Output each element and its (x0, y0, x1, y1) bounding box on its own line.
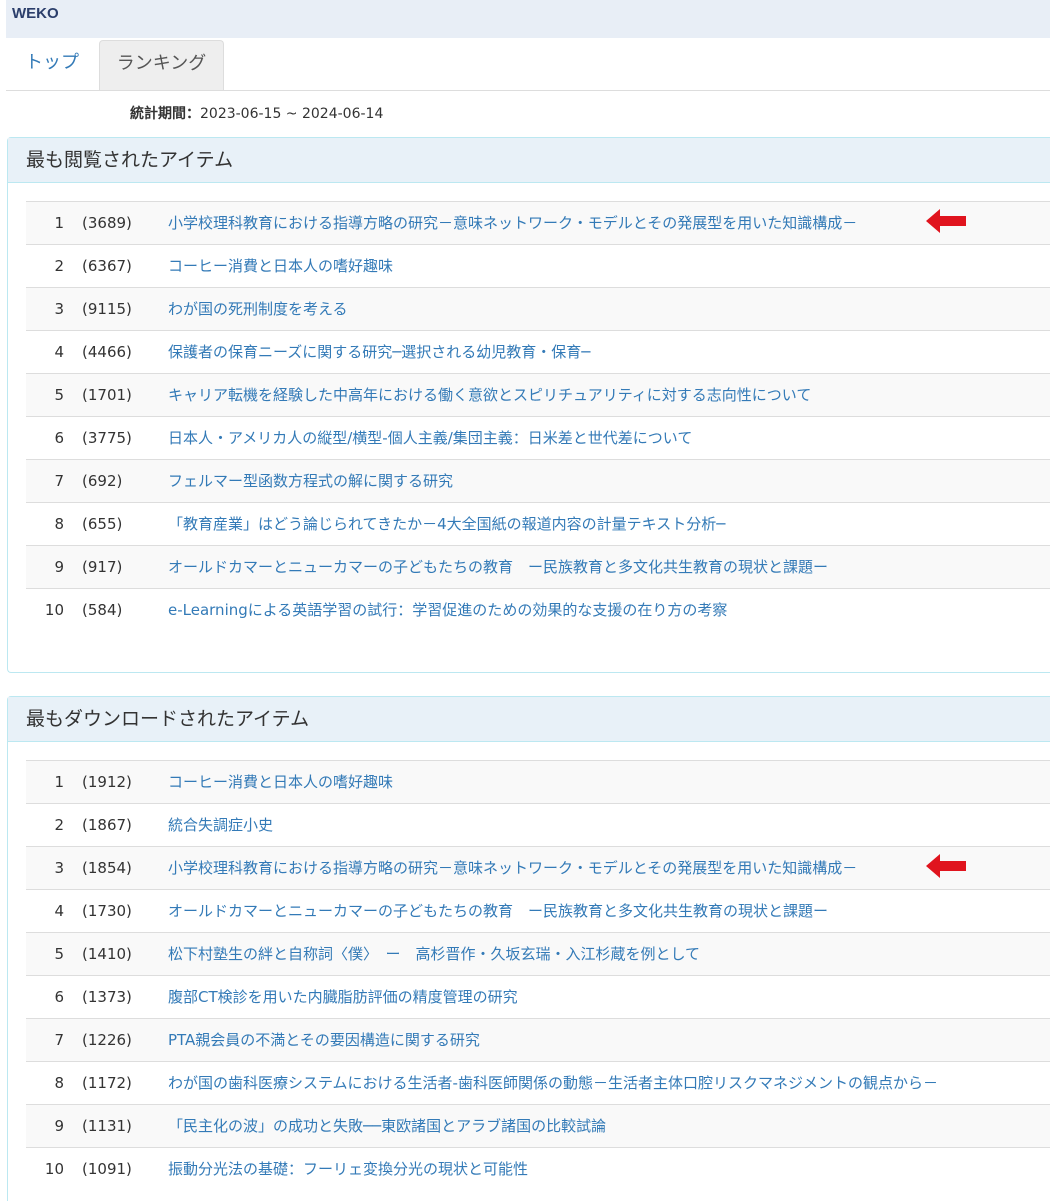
rank-number: 5 (54, 945, 64, 963)
item-title-link[interactable]: 保護者の保育ニーズに関する研究─選択される幼児教育・保育─ (168, 331, 590, 373)
ranking-row: 7 (692) フェルマー型函数方程式の解に関する研究 (26, 459, 1050, 502)
rank-count: (9115) (82, 300, 132, 318)
rank-count: (4466) (82, 343, 132, 361)
rank-number: 2 (54, 257, 64, 275)
item-title-link[interactable]: 「教育産業」はどう論じられてきたか－4大全国紙の報道内容の計量テキスト分析─ (168, 503, 725, 545)
rank-count: (1373) (82, 988, 132, 1006)
item-title-link[interactable]: わが国の死刑制度を考える (168, 288, 348, 330)
red-arrow-annotation (926, 209, 966, 233)
most-viewed-heading: 最も閲覧されたアイテム (8, 138, 1050, 183)
tab-ranking[interactable]: ランキング (99, 40, 224, 90)
red-arrow-annotation (926, 854, 966, 878)
item-title-link[interactable]: わが国の歯科医療システムにおける生活者-歯科医師関係の動態－生活者主体口腔リスク… (168, 1062, 938, 1104)
ranking-row: 7 (1226) PTA親会員の不満とその要因構造に関する研究 (26, 1018, 1050, 1061)
rank-count: (1410) (82, 945, 132, 963)
rank-number: 1 (54, 773, 64, 791)
ranking-row: 8 (1172) わが国の歯科医療システムにおける生活者-歯科医師関係の動態－生活者… (26, 1061, 1050, 1104)
item-title-link[interactable]: 松下村塾生の絆と自称詞〈僕〉 ー 高杉晋作・久坂玄瑞・入江杉蔵を例として (168, 933, 700, 975)
rank-count: (1172) (82, 1074, 132, 1092)
brand-logo[interactable]: WEKO (12, 5, 59, 22)
rank-number: 9 (54, 558, 64, 576)
rank-count: (1730) (82, 902, 132, 920)
ranking-row: 3 (1854) 小学校理科教育における指導方略の研究－意味ネットワーク・モデルとそ… (26, 846, 1050, 889)
top-navbar: WEKO (6, 0, 1050, 38)
item-title-link[interactable]: 「民主化の波」の成功と失敗──東欧諸国とアラブ諸国の比較試論 (168, 1105, 606, 1147)
ranking-row: 5 (1701) キャリア転機を経験した中高年における働く意欲とスピリチュアリティに… (26, 373, 1050, 416)
ranking-row: 2 (1867) 統合失調症小史 (26, 803, 1050, 846)
item-title-link[interactable]: 腹部CT検診を用いた内臓脂肪評価の精度管理の研究 (168, 976, 518, 1018)
item-title-link[interactable]: コーヒー消費と日本人の嗜好趣味 (168, 761, 393, 803)
item-title-link[interactable]: 小学校理科教育における指導方略の研究－意味ネットワーク・モデルとその発展型を用い… (168, 202, 857, 244)
stats-period-label: 統計期間： (130, 106, 200, 122)
item-title-link[interactable]: キャリア転機を経験した中高年における働く意欲とスピリチュアリティに対する志向性に… (168, 374, 811, 416)
stats-period: 統計期間：2023-06-15 ~ 2024-06-14 (130, 103, 383, 123)
most-downloaded-heading: 最もダウンロードされたアイテム (8, 697, 1050, 742)
rank-number: 6 (54, 988, 64, 1006)
ranking-row: 6 (3775) 日本人・アメリカ人の縦型/横型-個人主義/集団主義：日米差と世代差… (26, 416, 1050, 459)
item-title-link[interactable]: e-Learningによる英語学習の試行：学習促進のための効果的な支援の在り方の… (168, 589, 727, 631)
item-title-link[interactable]: 小学校理科教育における指導方略の研究－意味ネットワーク・モデルとその発展型を用い… (168, 847, 857, 889)
rank-number: 3 (54, 300, 64, 318)
rank-number: 8 (54, 1074, 64, 1092)
rank-count: (1091) (82, 1160, 132, 1178)
rank-number: 9 (54, 1117, 64, 1135)
ranking-row: 10 (1091) 振動分光法の基礎：フーリェ変換分光の現状と可能性 (26, 1147, 1050, 1190)
rank-number: 8 (54, 515, 64, 533)
item-title-link[interactable]: 振動分光法の基礎：フーリェ変換分光の現状と可能性 (168, 1148, 528, 1190)
ranking-row: 9 (1131) 「民主化の波」の成功と失敗──東欧諸国とアラブ諸国の比較試論 (26, 1104, 1050, 1147)
rank-count: (1701) (82, 386, 132, 404)
ranking-row: 4 (4466) 保護者の保育ニーズに関する研究─選択される幼児教育・保育─ (26, 330, 1050, 373)
rank-count: (1912) (82, 773, 132, 791)
ranking-row: 1 (3689) 小学校理科教育における指導方略の研究－意味ネットワーク・モデルとそ… (26, 201, 1050, 244)
rank-count: (3689) (82, 214, 132, 232)
ranking-row: 10 (584) e-Learningによる英語学習の試行：学習促進のための効果的な… (26, 588, 1050, 631)
rank-count: (584) (82, 601, 123, 619)
stats-period-value: 2023-06-15 ~ 2024-06-14 (200, 106, 384, 122)
item-title-link[interactable]: オールドカマーとニューカマーの子どもたちの教育 ー民族教育と多文化共生教育の現状… (168, 546, 828, 588)
ranking-row: 1 (1912) コーヒー消費と日本人の嗜好趣味 (26, 760, 1050, 803)
rank-count: (6367) (82, 257, 132, 275)
ranking-row: 6 (1373) 腹部CT検診を用いた内臓脂肪評価の精度管理の研究 (26, 975, 1050, 1018)
rank-number: 10 (44, 601, 64, 619)
ranking-row: 2 (6367) コーヒー消費と日本人の嗜好趣味 (26, 244, 1050, 287)
rank-number: 2 (54, 816, 64, 834)
rank-count: (3775) (82, 429, 132, 447)
item-title-link[interactable]: フェルマー型函数方程式の解に関する研究 (168, 460, 453, 502)
most-viewed-panel: 最も閲覧されたアイテム 1 (3689) 小学校理科教育における指導方略の研究－意味… (7, 137, 1050, 673)
nav-tabs: トップ ランキング (6, 40, 1050, 91)
most-downloaded-panel: 最もダウンロードされたアイテム 1 (1912) コーヒー消費と日本人の嗜好趣味 2 (… (7, 696, 1050, 1201)
item-title-link[interactable]: オールドカマーとニューカマーの子どもたちの教育 ー民族教育と多文化共生教育の現状… (168, 890, 828, 932)
rank-count: (655) (82, 515, 123, 533)
most-downloaded-list: 1 (1912) コーヒー消費と日本人の嗜好趣味 2 (1867) 統合失調症小史 3 (18… (26, 760, 1050, 1190)
rank-number: 7 (54, 1031, 64, 1049)
item-title-link[interactable]: 日本人・アメリカ人の縦型/横型-個人主義/集団主義：日米差と世代差について (168, 417, 692, 459)
most-viewed-list: 1 (3689) 小学校理科教育における指導方略の研究－意味ネットワーク・モデルとそ… (26, 201, 1050, 631)
rank-number: 3 (54, 859, 64, 877)
ranking-row: 4 (1730) オールドカマーとニューカマーの子どもたちの教育 ー民族教育と多文化… (26, 889, 1050, 932)
ranking-row: 9 (917) オールドカマーとニューカマーの子どもたちの教育 ー民族教育と多文化共… (26, 545, 1050, 588)
rank-number: 5 (54, 386, 64, 404)
rank-count: (1854) (82, 859, 132, 877)
rank-count: (1131) (82, 1117, 132, 1135)
tab-top[interactable]: トップ (6, 40, 98, 89)
rank-number: 4 (54, 902, 64, 920)
item-title-link[interactable]: 統合失調症小史 (168, 804, 273, 846)
rank-number: 7 (54, 472, 64, 490)
rank-count: (692) (82, 472, 123, 490)
item-title-link[interactable]: PTA親会員の不満とその要因構造に関する研究 (168, 1019, 480, 1061)
ranking-row: 8 (655) 「教育産業」はどう論じられてきたか－4大全国紙の報道内容の計量テキス… (26, 502, 1050, 545)
rank-count: (1867) (82, 816, 132, 834)
rank-number: 4 (54, 343, 64, 361)
rank-number: 6 (54, 429, 64, 447)
rank-number: 1 (54, 214, 64, 232)
item-title-link[interactable]: コーヒー消費と日本人の嗜好趣味 (168, 245, 393, 287)
ranking-row: 5 (1410) 松下村塾生の絆と自称詞〈僕〉 ー 高杉晋作・久坂玄瑞・入江杉蔵を例… (26, 932, 1050, 975)
rank-count: (1226) (82, 1031, 132, 1049)
rank-number: 10 (44, 1160, 64, 1178)
ranking-row: 3 (9115) わが国の死刑制度を考える (26, 287, 1050, 330)
rank-count: (917) (82, 558, 123, 576)
